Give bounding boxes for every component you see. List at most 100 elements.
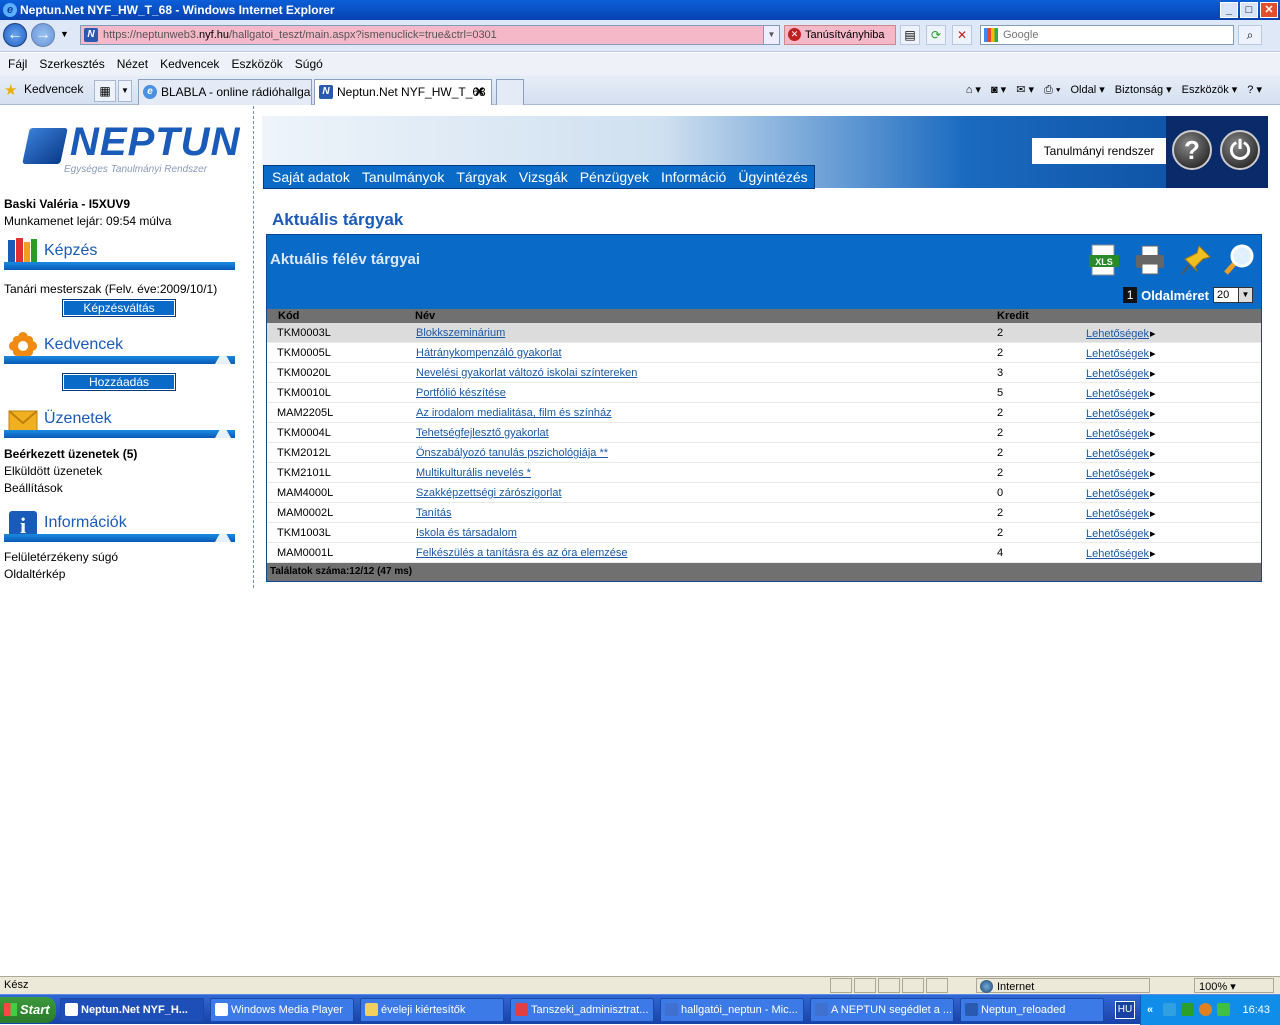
options-link[interactable]: Lehetőségek [1086, 487, 1156, 500]
history-dropdown-icon[interactable]: ▼ [60, 29, 69, 39]
options-link[interactable]: Lehetőségek [1086, 407, 1156, 420]
close-button[interactable]: ✕ [1260, 2, 1278, 18]
home-icon[interactable]: ⌂ ▾ [966, 82, 981, 98]
menu-exams[interactable]: Vizsgák [513, 166, 574, 188]
security-tray-icon[interactable] [1217, 1003, 1230, 1016]
pin-icon[interactable] [1179, 243, 1213, 277]
options-link[interactable]: Lehetőségek [1086, 547, 1156, 560]
subject-name-link[interactable]: Felkészülés a tanításra és az óra elemzé… [416, 547, 628, 559]
subject-name-link[interactable]: Multikulturális nevelés * [416, 467, 531, 479]
page-menu[interactable]: Oldal ▾ [1070, 82, 1104, 98]
inbox-link[interactable]: Beérkezett üzenetek (5) [4, 447, 137, 461]
safety-menu[interactable]: Biztonság ▾ [1115, 82, 1172, 98]
tray-expand-icon[interactable]: « [1147, 995, 1153, 1025]
mail-icon[interactable]: ✉ ▾ [1016, 82, 1034, 98]
close-tab-icon[interactable]: ✕ [474, 80, 485, 104]
options-link[interactable]: Lehetőségek [1086, 327, 1156, 340]
col-kod[interactable]: Kód [278, 310, 299, 322]
certificate-error-button[interactable]: ✕ Tanúsítványhiba [784, 25, 896, 45]
compatibility-icon[interactable]: ▤ [900, 25, 920, 45]
col-nev[interactable]: Név [415, 310, 435, 322]
taskbar-item-ie[interactable]: Neptun.Net NYF_H... [60, 998, 204, 1022]
add-favorite-button[interactable]: Hozzáadás [62, 373, 176, 391]
menu-view[interactable]: Nézet [111, 53, 154, 75]
favorites-button[interactable]: ★ Kedvencek [4, 82, 83, 99]
start-button[interactable]: Start [0, 997, 56, 1023]
xls-export-icon[interactable]: XLS [1087, 243, 1121, 277]
new-tab-button[interactable] [496, 79, 524, 105]
refresh-icon[interactable]: ⟳ [926, 25, 946, 45]
options-link[interactable]: Lehetőségek [1086, 527, 1156, 540]
feeds-icon[interactable]: ◙ ▾ [991, 82, 1006, 98]
subject-name-link[interactable]: Hátránykompenzáló gyakorlat [416, 347, 562, 359]
tab-neptun[interactable]: N Neptun.Net NYF_HW_T_68 ✕ [314, 79, 492, 105]
change-training-button[interactable]: Képzésváltás [62, 299, 176, 317]
options-link[interactable]: Lehetőségek [1086, 507, 1156, 520]
back-button[interactable]: ← [3, 23, 27, 47]
search-button[interactable]: ⌕ [1238, 25, 1262, 45]
options-link[interactable]: Lehetőségek [1086, 447, 1156, 460]
tab-blabla[interactable]: e BLABLA - online rádióhallgat... [138, 79, 312, 105]
tools-menu[interactable]: Eszközök ▾ [1182, 82, 1238, 98]
sitemap-link[interactable]: Oldaltérkép [4, 567, 65, 581]
subject-name-link[interactable]: Tehetségfejlesztő gyakorlat [416, 427, 549, 439]
security-zone[interactable]: Internet [976, 978, 1150, 993]
logout-power-icon[interactable]: ⏻ [1220, 130, 1260, 170]
menu-personal-data[interactable]: Saját adatok [266, 166, 356, 188]
address-input[interactable]: N https://neptunweb3.nyf.hu/hallgatoi_te… [80, 25, 780, 45]
page-size-select[interactable]: 20 ▼ [1213, 287, 1253, 303]
taskbar-item-neptun[interactable]: Neptun_reloaded [960, 998, 1104, 1022]
options-link[interactable]: Lehetőségek [1086, 427, 1156, 440]
page-number[interactable]: 1 [1123, 287, 1138, 303]
sent-messages-link[interactable]: Elküldött üzenetek [4, 464, 102, 478]
subject-name-link[interactable]: Portfólió készítése [416, 387, 506, 399]
print-icon[interactable]: ⎙ ▾ [1044, 82, 1060, 98]
network-icon[interactable] [1163, 1003, 1176, 1016]
options-link[interactable]: Lehetőségek [1086, 347, 1156, 360]
help-icon[interactable]: ? ▾ [1247, 82, 1262, 98]
minimize-button[interactable]: _ [1220, 2, 1238, 18]
taskbar-item-wmp[interactable]: Windows Media Player [210, 998, 354, 1022]
taskbar-item-word2[interactable]: A NEPTUN segédlet a ... [810, 998, 954, 1022]
search-magnifier-icon[interactable] [1223, 243, 1257, 277]
menu-help[interactable]: Súgó [289, 53, 329, 75]
options-link[interactable]: Lehetőségek [1086, 467, 1156, 480]
language-indicator[interactable]: HU [1115, 1001, 1135, 1019]
menu-administration[interactable]: Ügyintézés [732, 166, 813, 188]
menu-favorites[interactable]: Kedvencek [154, 53, 225, 75]
menu-studies[interactable]: Tanulmányok [356, 166, 451, 188]
options-link[interactable]: Lehetőségek [1086, 387, 1156, 400]
subject-name-link[interactable]: Az irodalom medialitása, film és színház [416, 407, 612, 419]
browser-tray-icon[interactable] [1199, 1003, 1212, 1016]
col-kredit[interactable]: Kredit [997, 310, 1029, 322]
taskbar-item-folder[interactable]: éveleji kiértesítők [360, 998, 504, 1022]
zoom-level[interactable]: 100% ▾ [1194, 978, 1274, 993]
subject-name-link[interactable]: Szakképzettségi zárószigorlat [416, 487, 562, 499]
subject-name-link[interactable]: Tanítás [416, 507, 451, 519]
address-dropdown-icon[interactable]: ▼ [763, 26, 779, 44]
stop-icon[interactable]: ✕ [952, 25, 972, 45]
maximize-button[interactable]: □ [1240, 2, 1258, 18]
forward-button[interactable]: → [31, 23, 55, 47]
search-input[interactable]: Google [980, 25, 1234, 45]
menu-tools[interactable]: Eszközök [225, 53, 288, 75]
menu-finances[interactable]: Pénzügyek [574, 166, 655, 188]
tab-list-icon[interactable]: ▼ [118, 80, 132, 102]
menu-edit[interactable]: Szerkesztés [33, 53, 110, 75]
subject-name-link[interactable]: Önszabályozó tanulás pszichológiája ** [416, 447, 608, 459]
taskbar-item-pdf[interactable]: Tanszeki_adminisztrat... [510, 998, 654, 1022]
context-help-link[interactable]: Felületérzékeny súgó [4, 550, 118, 564]
app-tray-icon[interactable] [1181, 1003, 1194, 1016]
menu-information[interactable]: Információ [655, 166, 732, 188]
subject-name-link[interactable]: Nevelési gyakorlat változó iskolai színt… [416, 367, 637, 379]
taskbar-item-word1[interactable]: hallgatói_neptun - Mic... [660, 998, 804, 1022]
menu-file[interactable]: Fájl [2, 53, 33, 75]
subject-name-link[interactable]: Blokkszeminárium [416, 327, 505, 339]
message-settings-link[interactable]: Beállítások [4, 481, 63, 495]
quick-tabs-icon[interactable]: ▦ [94, 80, 116, 102]
help-button-icon[interactable]: ? [1172, 130, 1212, 170]
menu-subjects[interactable]: Tárgyak [450, 166, 513, 188]
subject-name-link[interactable]: Iskola és társadalom [416, 527, 517, 539]
options-link[interactable]: Lehetőségek [1086, 367, 1156, 380]
print-icon[interactable] [1133, 243, 1167, 277]
